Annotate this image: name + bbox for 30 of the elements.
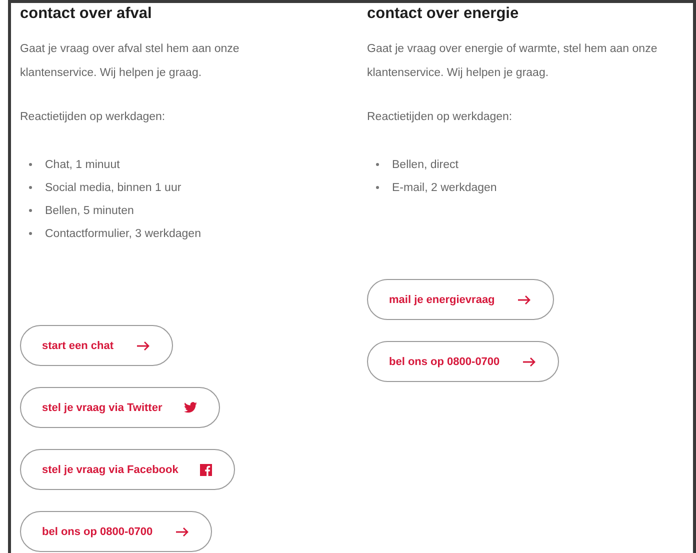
response-time-item: Social media, binnen 1 uur: [45, 182, 182, 194]
bullet-icon: [29, 232, 32, 235]
response-times-label: Reactietijden op werkdagen:: [20, 110, 166, 125]
bird-icon: [184, 402, 198, 413]
contact-button[interactable]: stel je vraag via Facebook: [20, 449, 236, 490]
arrow-icon: [522, 356, 536, 366]
contact-button[interactable]: start een chat: [20, 325, 173, 366]
response-time-item: Bellen, 5 minuten: [45, 204, 134, 216]
arrow-icon: [174, 526, 189, 536]
intro-text: Gaat je vraag over afval stel hem aan onze klantenservice. Wij helpen je graag.: [20, 42, 240, 81]
response-time-item: E-mail, 2 werkdagen: [392, 182, 497, 194]
response-time-item: Contactformulier, 3 werkdagen: [45, 228, 201, 240]
bullet-icon: [29, 186, 32, 189]
arrow-icon: [516, 294, 531, 304]
facebook-icon: [200, 464, 212, 476]
response-time-item: Chat, 1 minuut: [45, 158, 120, 170]
bullet-icon: [29, 209, 32, 212]
section-title: contact over energie: [367, 4, 520, 24]
contact-button[interactable]: stel je vraag via Twitter: [20, 387, 220, 428]
bullet-icon: [376, 163, 379, 166]
contact-button[interactable]: bel ons op 0800-0700: [367, 341, 559, 382]
bullet-icon: [29, 163, 32, 166]
arrow-icon: [136, 340, 150, 350]
bullet-icon: [376, 186, 379, 189]
intro-text: Gaat je vraag over energie of warmte, stel hem aan onze klantenservice. Wij helpen je graag.: [367, 42, 658, 81]
response-times-label: Reactietijden op werkdagen:: [367, 110, 514, 125]
section-title: contact over afval: [20, 4, 153, 24]
contact-button[interactable]: mail je energievraag: [367, 279, 554, 320]
contact-button[interactable]: bel ons op 0800-0700: [20, 511, 212, 552]
response-time-item: Bellen, direct: [392, 158, 458, 170]
